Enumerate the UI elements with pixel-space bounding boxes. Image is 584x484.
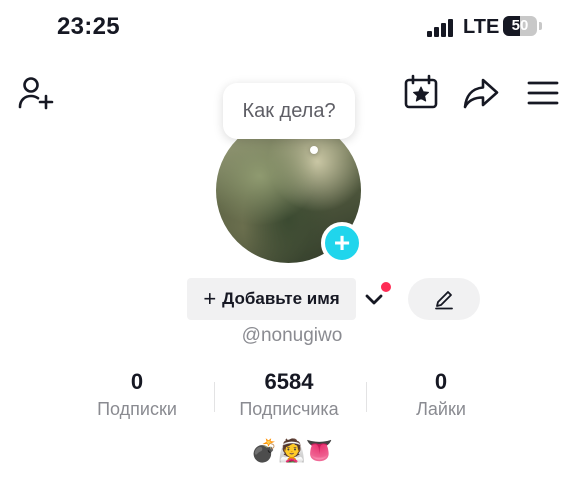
battery-level: 50 [511, 17, 529, 34]
menu-icon [527, 81, 559, 105]
following-stat[interactable]: 0 Подписки [62, 368, 212, 421]
status-time: 23:25 [57, 13, 120, 40]
plus-icon: + [203, 286, 217, 311]
bomb-emoji: 💣 [250, 438, 279, 463]
calendar-star-icon [404, 74, 438, 109]
following-count: 0 [130, 369, 144, 394]
signal-strength-icon [427, 19, 457, 37]
bio: 💣👰👅 [0, 438, 584, 464]
plus-icon: + [333, 227, 351, 258]
likes-label: Лайки [416, 399, 466, 419]
add-name-label: Добавьте имя [222, 289, 340, 308]
notification-dot [381, 282, 391, 292]
add-name-button[interactable]: + Добавьте имя [187, 278, 356, 320]
battery-icon: 50 [503, 16, 537, 36]
followers-count: 6584 [264, 369, 314, 394]
likes-stat[interactable]: 0 Лайки [366, 368, 516, 421]
bride-emoji: 👰 [278, 438, 306, 463]
edit-profile-button[interactable] [408, 278, 480, 320]
add-story-button[interactable]: + [321, 222, 363, 264]
network-type: LTE [463, 16, 500, 38]
pencil-icon [435, 291, 453, 310]
add-friend-button[interactable] [16, 73, 56, 113]
bubble-tail [310, 146, 318, 154]
username: @nonugiwo [241, 325, 343, 346]
followers-stat[interactable]: 6584 Подписчика [214, 368, 364, 421]
status-bubble[interactable]: Как дела? [223, 83, 355, 139]
bubble-text: Как дела? [242, 99, 336, 122]
following-label: Подписки [97, 399, 177, 419]
tongue-emoji: 👅 [305, 438, 334, 463]
followers-label: Подписчика [239, 399, 339, 419]
menu-button[interactable] [523, 73, 563, 113]
share-button[interactable] [461, 73, 501, 113]
add-friend-icon [18, 77, 54, 110]
battery-tip [539, 22, 542, 30]
calendar-button[interactable] [401, 72, 441, 112]
likes-count: 0 [434, 369, 448, 394]
share-icon [463, 78, 499, 109]
